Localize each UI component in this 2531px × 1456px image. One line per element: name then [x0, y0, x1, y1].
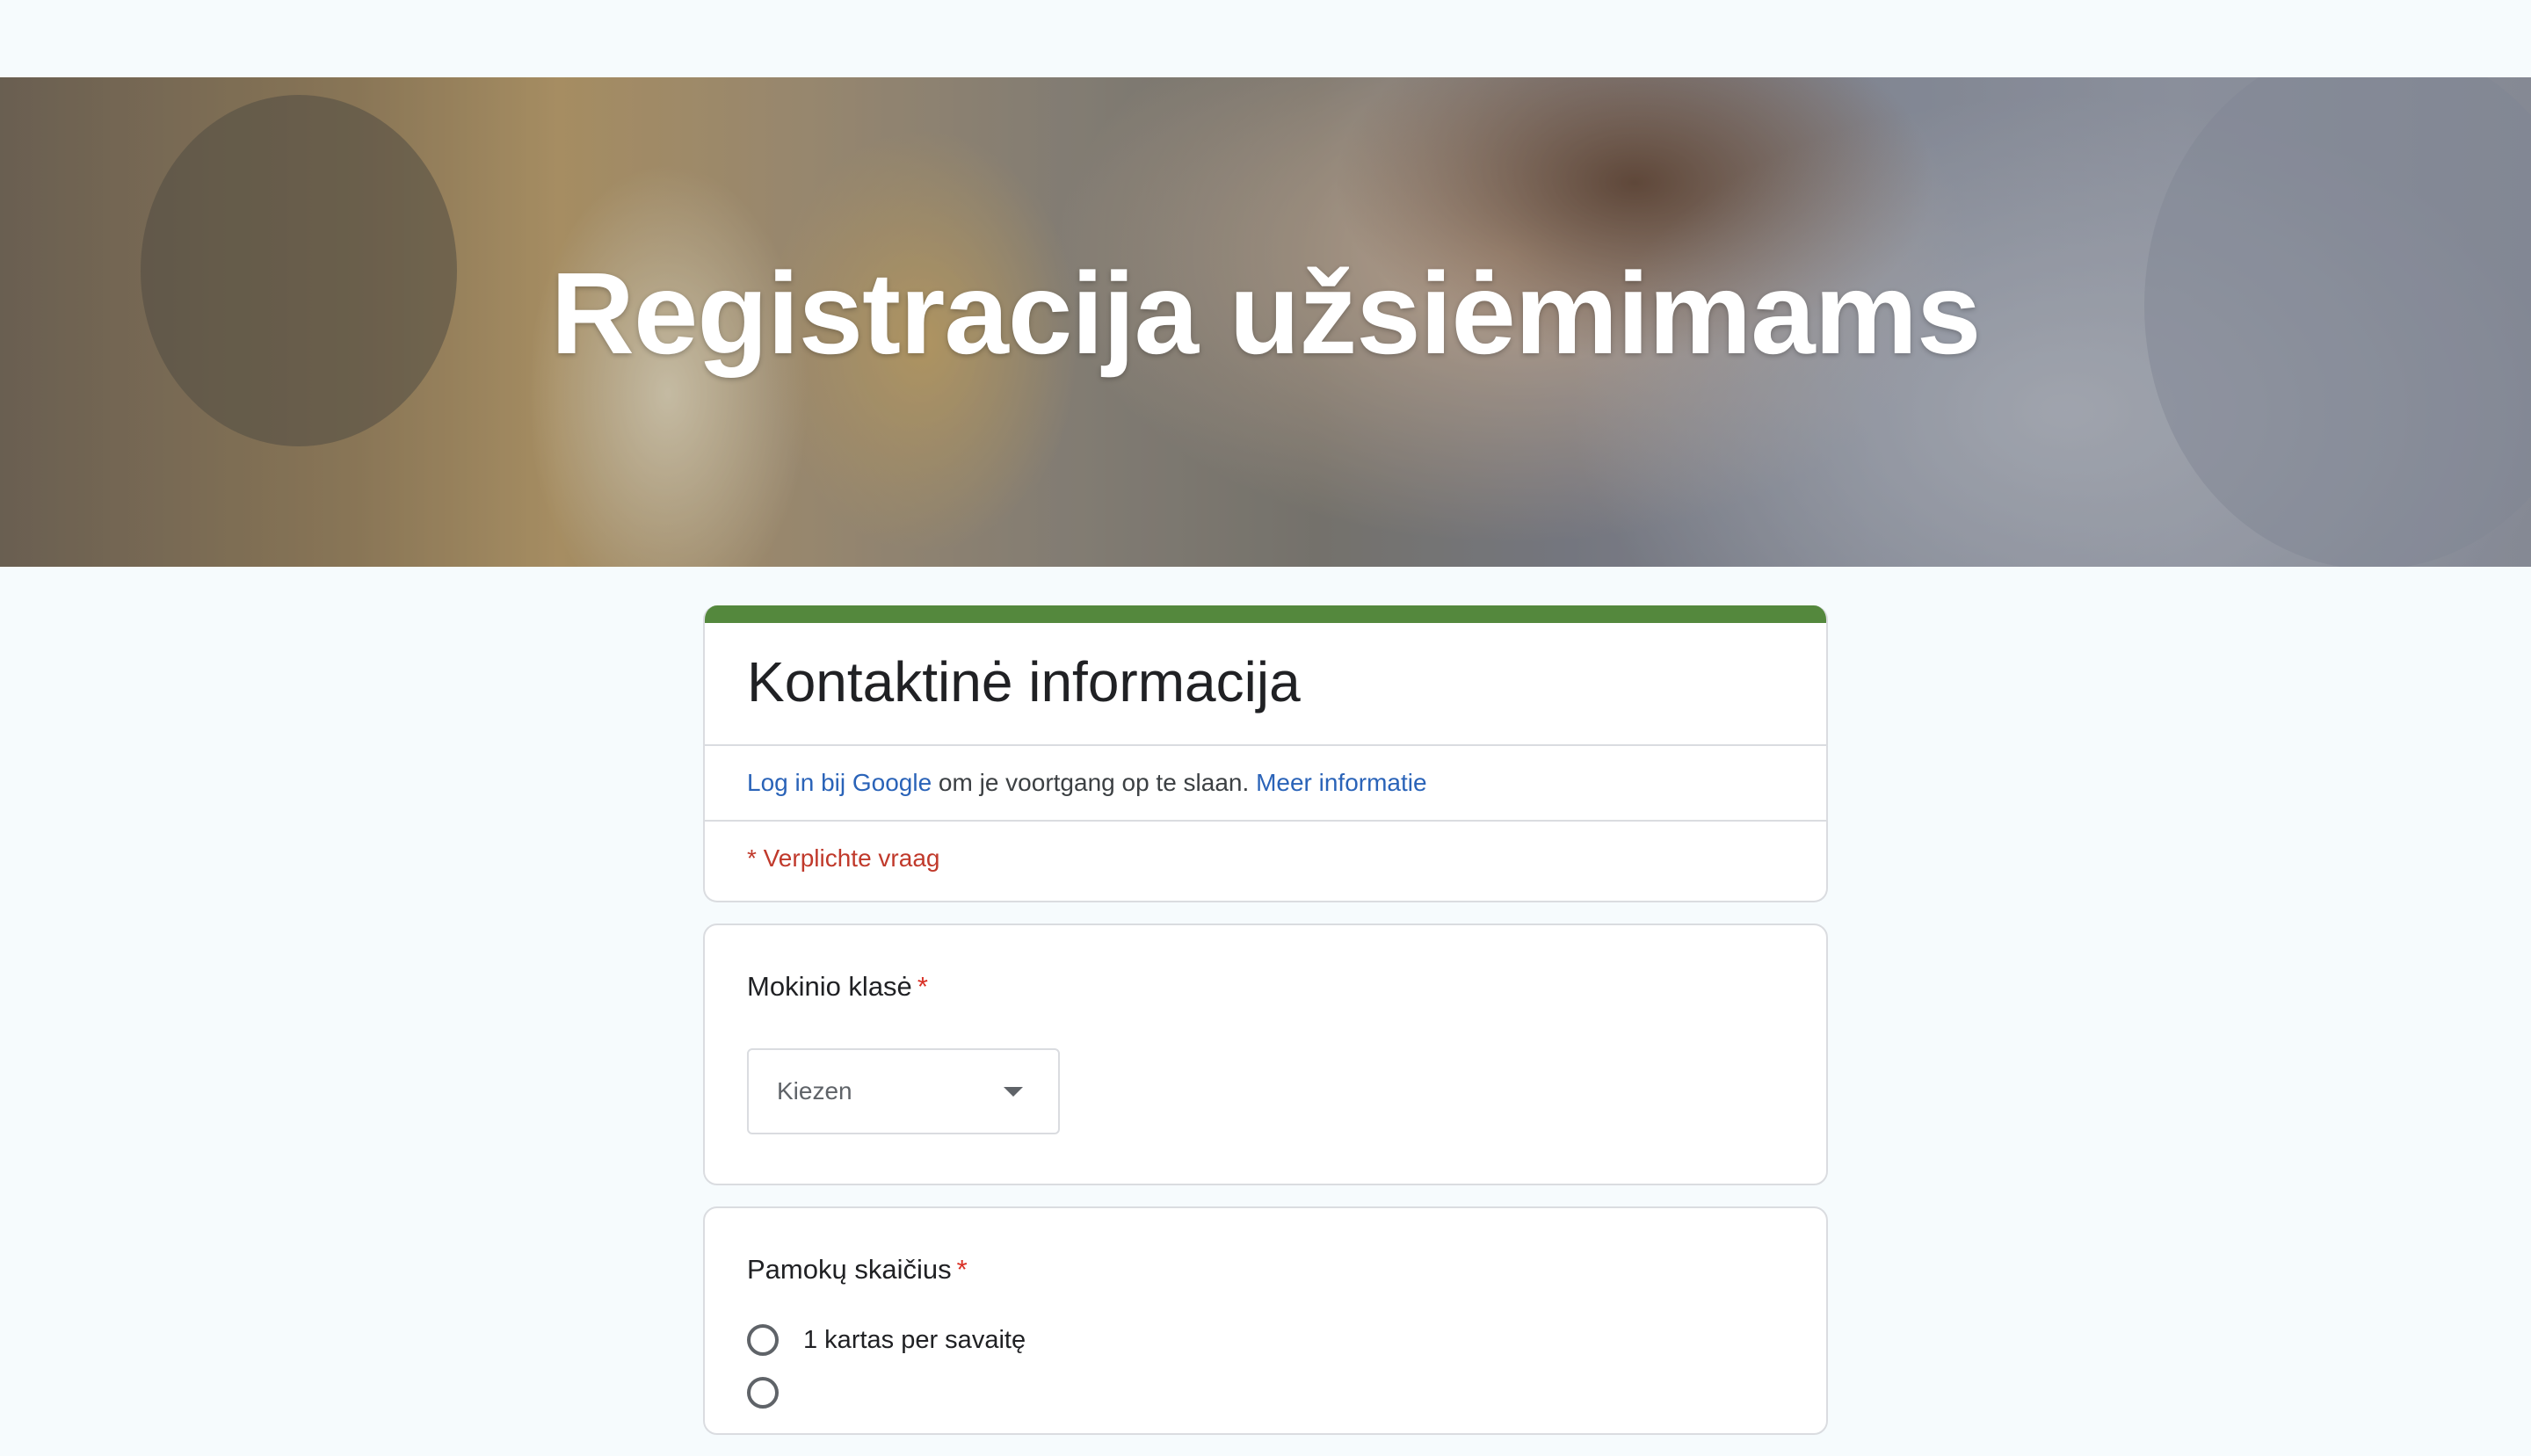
login-notice-text: om je voortgang op te slaan. — [932, 769, 1257, 796]
radio-option[interactable]: 1 kartas per savaitę — [747, 1324, 1784, 1356]
form-header-card: Kontaktinė informacija Log in bij Google… — [703, 605, 1828, 902]
header-banner-image: Registracija užsiėmimams — [0, 77, 2531, 567]
radio-button[interactable] — [747, 1377, 779, 1409]
question-card-lessons: Pamokų skaičius * 1 kartas per savaitę — [703, 1206, 1828, 1435]
radio-option-partial[interactable] — [747, 1377, 1784, 1409]
header-accent-bar — [705, 605, 1826, 623]
chevron-down-icon — [1004, 1086, 1023, 1097]
required-asterisk: * — [917, 971, 928, 1002]
radio-option-label: 1 kartas per savaitę — [803, 1325, 1026, 1354]
question-title: Pamokų skaičius * — [747, 1254, 1784, 1286]
top-bar — [0, 0, 2531, 77]
radio-button[interactable] — [747, 1324, 779, 1356]
login-notice: Log in bij Google om je voortgang op te … — [705, 746, 1826, 822]
question-card-class: Mokinio klasė * Kiezen — [703, 924, 1828, 1185]
required-asterisk: * — [956, 1254, 968, 1285]
form-body: Kontaktinė informacija Log in bij Google… — [703, 605, 1828, 1456]
dropdown-placeholder: Kiezen — [777, 1077, 852, 1105]
question-label: Pamokų skaičius — [747, 1254, 952, 1285]
form-title: Registracija užsiėmimams — [550, 249, 1982, 378]
question-label: Mokinio klasė — [747, 971, 912, 1002]
question-title: Mokinio klasė * — [747, 971, 1784, 1003]
more-info-link[interactable]: Meer informatie — [1256, 769, 1427, 796]
section-title: Kontaktinė informacija — [705, 623, 1826, 746]
class-dropdown[interactable]: Kiezen — [747, 1048, 1060, 1134]
login-link[interactable]: Log in bij Google — [747, 769, 932, 796]
required-note: * Verplichte vraag — [747, 844, 940, 872]
